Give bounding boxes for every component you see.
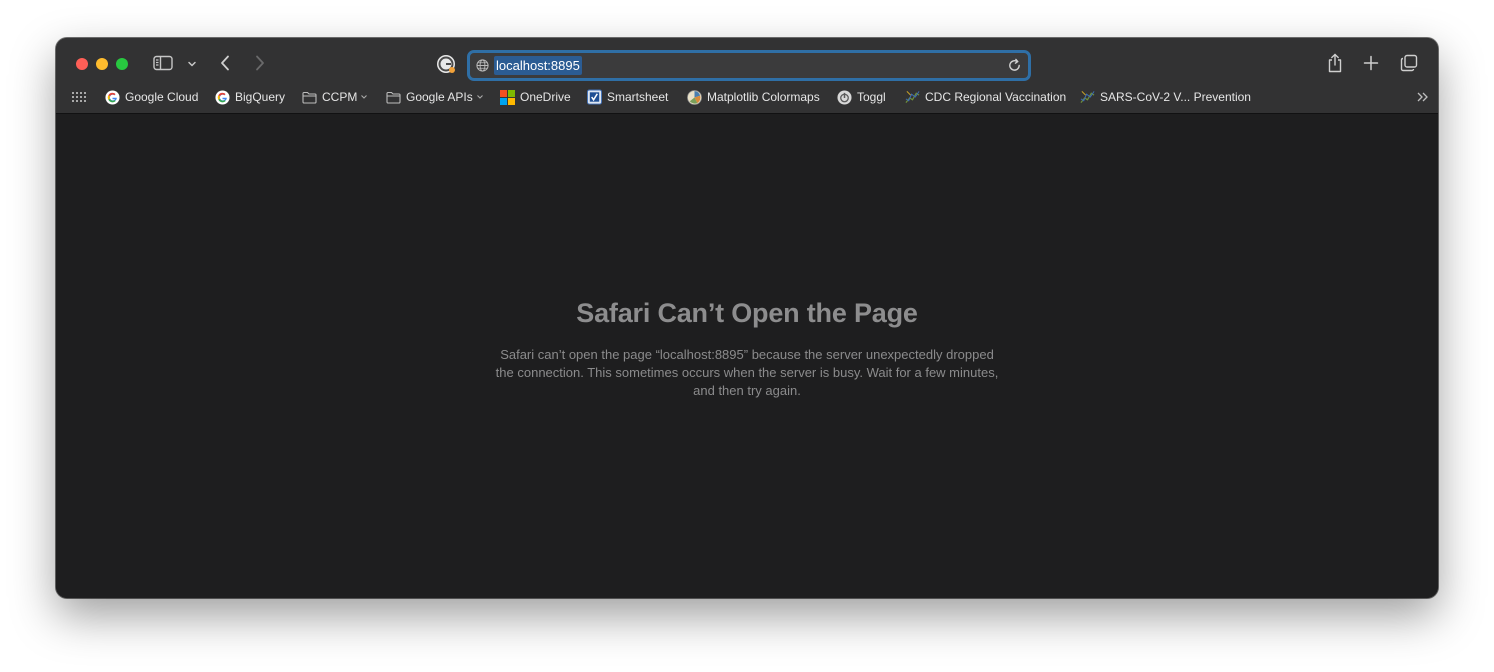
- bookmark-label: Toggl: [857, 90, 886, 104]
- chevron-down-icon: [361, 95, 368, 99]
- bookmark-label: BigQuery: [235, 90, 286, 104]
- bookmark-matplotlib-colormaps[interactable]: Matplotlib Colormaps: [687, 86, 820, 108]
- bookmark-label: SARS-CoV-2 V... Prevention: [1100, 90, 1251, 104]
- smartsheet-icon: [587, 89, 602, 105]
- reload-icon[interactable]: [1007, 58, 1022, 73]
- close-window-button[interactable]: [76, 58, 88, 70]
- bookmark-folder-ccpm[interactable]: CCPM: [302, 86, 368, 108]
- toolbar: localhost:8895 Google Cloud BigQuery CCP…: [56, 38, 1438, 114]
- bookmark-google-cloud[interactable]: Google Cloud: [105, 86, 198, 108]
- bookmark-sars-cov-2[interactable]: SARS-CoV-2 V... Prevention: [1080, 86, 1251, 108]
- zoom-window-button[interactable]: [116, 58, 128, 70]
- folder-icon: [302, 90, 317, 105]
- bookmark-label: CDC Regional Vaccination: [925, 90, 1067, 104]
- toggl-icon: [837, 89, 852, 105]
- error-title: Safari Can’t Open the Page: [576, 298, 918, 328]
- bookmarks-overflow-button[interactable]: [1416, 86, 1430, 108]
- sidebar-toggle-button[interactable]: [152, 54, 174, 72]
- apps-grid-button[interactable]: [72, 86, 86, 108]
- url-input[interactable]: localhost:8895: [494, 56, 582, 75]
- google-icon: [215, 89, 230, 105]
- globe-icon: [476, 59, 489, 72]
- forward-button[interactable]: [251, 53, 269, 73]
- chevron-double-right-icon: [1417, 92, 1428, 102]
- error-message-line: and then try again.: [693, 383, 801, 398]
- grammarly-icon: [437, 55, 455, 73]
- bookmark-smartsheet[interactable]: Smartsheet: [587, 86, 668, 108]
- chevron-down-icon: [188, 61, 196, 67]
- grid-icon: [72, 92, 86, 102]
- back-button[interactable]: [216, 53, 234, 73]
- page-content: Safari Can’t Open the Page Safari can’t …: [56, 114, 1438, 598]
- tabs-overview-icon: [1400, 54, 1418, 72]
- chevron-left-icon: [221, 55, 229, 71]
- error-message-line: the connection. This sometimes occurs wh…: [495, 365, 999, 380]
- bookmark-label: OneDrive: [520, 90, 571, 104]
- sidebar-icon: [153, 55, 173, 71]
- cdc-icon: [905, 90, 920, 105]
- microsoft-icon: [500, 89, 515, 105]
- bookmarks-bar: Google Cloud BigQuery CCPM Google APIs O…: [56, 86, 1438, 108]
- bookmark-label: Matplotlib Colormaps: [707, 90, 820, 104]
- bookmark-onedrive[interactable]: OneDrive: [500, 86, 571, 108]
- minimize-window-button[interactable]: [96, 58, 108, 70]
- chevron-down-icon: [476, 95, 483, 99]
- share-button[interactable]: [1325, 52, 1345, 74]
- google-icon: [105, 89, 120, 105]
- chevron-right-icon: [256, 55, 264, 71]
- plus-icon: [1363, 55, 1379, 71]
- sidebar-menu-chevron[interactable]: [186, 58, 198, 70]
- error-message-line: Safari can’t open the page “localhost:88…: [500, 347, 994, 362]
- bookmark-bigquery[interactable]: BigQuery: [215, 86, 285, 108]
- error-message: Safari can’t open the page “localhost:88…: [472, 346, 1022, 400]
- bookmark-cdc-regional-vaccination[interactable]: CDC Regional Vaccination: [905, 86, 1066, 108]
- address-bar[interactable]: localhost:8895: [467, 50, 1031, 81]
- extension-button[interactable]: [436, 54, 456, 74]
- share-icon: [1328, 53, 1342, 73]
- bookmark-folder-google-apis[interactable]: Google APIs: [386, 86, 484, 108]
- bookmark-label: Google Cloud: [125, 90, 199, 104]
- browser-window: localhost:8895 Google Cloud BigQuery CCP…: [56, 38, 1438, 598]
- bookmark-label: CCPM: [322, 90, 358, 104]
- bookmark-label: Smartsheet: [607, 90, 669, 104]
- new-tab-button[interactable]: [1362, 54, 1380, 72]
- tab-overview-button[interactable]: [1399, 54, 1419, 72]
- folder-icon: [386, 90, 401, 105]
- matplotlib-icon: [687, 89, 702, 105]
- bookmark-label: Google APIs: [406, 90, 473, 104]
- bookmark-toggl[interactable]: Toggl: [837, 86, 886, 108]
- cdc-icon: [1080, 90, 1095, 105]
